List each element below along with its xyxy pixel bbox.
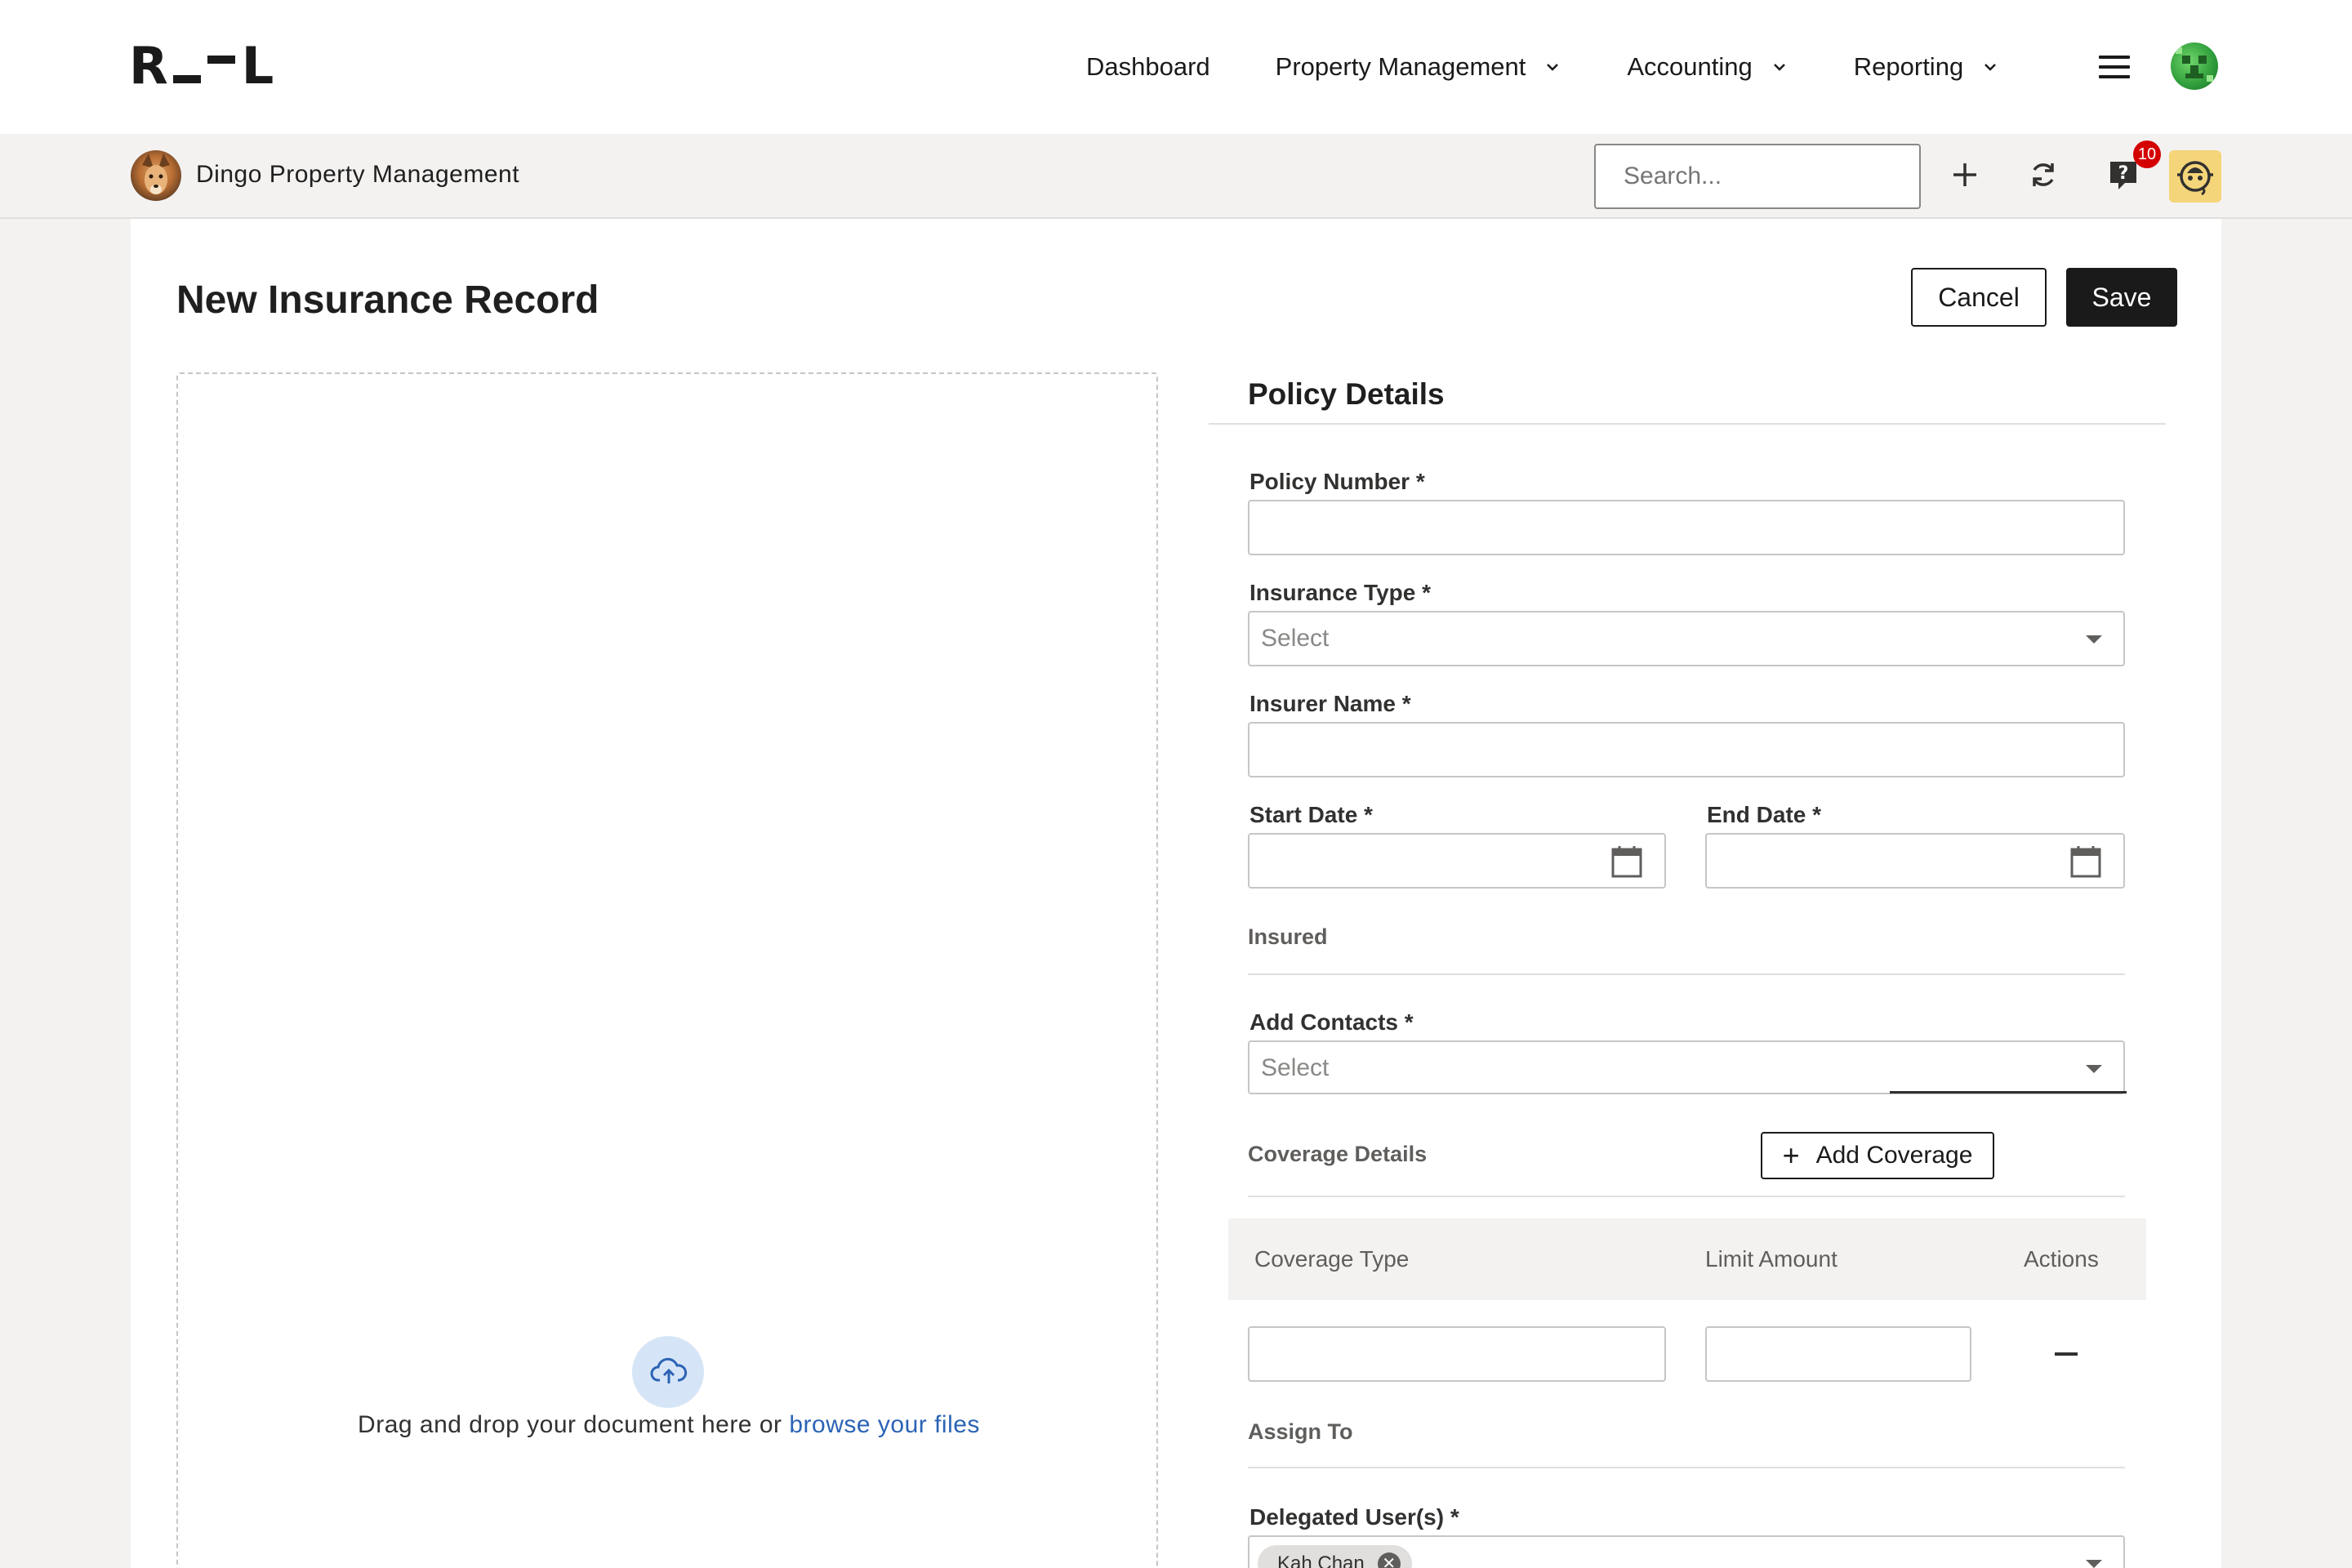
logo-letter-left: R (129, 36, 168, 96)
dingo-logo-icon (142, 154, 170, 194)
policy-number-input[interactable] (1248, 500, 2125, 555)
refresh-icon[interactable] (2027, 158, 2060, 191)
insurer-name-input[interactable] (1248, 722, 2125, 777)
main-menu: Dashboard Property Management Accounting… (1086, 42, 2065, 91)
caret-down-icon (2086, 635, 2102, 644)
document-dropzone[interactable]: Drag and drop your document here or brow… (176, 372, 1158, 1568)
end-date-label: End Date * (1707, 802, 1822, 827)
nav-accounting-label: Accounting (1627, 52, 1753, 81)
remove-row-icon[interactable] (2055, 1352, 2078, 1356)
column-coverage-type: Coverage Type (1254, 1246, 1410, 1272)
add-coverage-label: Add Coverage (1815, 1142, 1973, 1169)
caret-down-icon (2086, 1560, 2102, 1568)
upload-circle[interactable] (632, 1336, 704, 1408)
app-logo[interactable]: R L (129, 36, 274, 96)
org-name: Dingo Property Management (196, 161, 520, 188)
cloud-upload-icon (650, 1357, 688, 1383)
nav-property-management[interactable]: Property Management (1276, 52, 1562, 82)
delegated-users-label: Delegated User(s) * (1250, 1504, 1459, 1530)
main-card: New Insurance Record Cancel Save Drag an… (131, 219, 2221, 1568)
chevron-down-icon (1773, 64, 1785, 71)
divider (1248, 973, 2125, 975)
divider (1209, 423, 2166, 425)
cancel-button[interactable]: Cancel (1911, 268, 2047, 327)
start-date-label: Start Date * (1250, 802, 1373, 827)
user-chip[interactable]: Kah Chan ✕ (1258, 1545, 1412, 1568)
top-navigation: R L Dashboard Property Management Accoun… (0, 0, 2352, 134)
coverage-type-input[interactable] (1248, 1326, 1666, 1382)
org-avatar[interactable] (131, 150, 181, 201)
plus-icon[interactable] (1950, 160, 1980, 189)
logo-bar-low (172, 75, 201, 83)
column-limit-amount: Limit Amount (1705, 1246, 1838, 1272)
user-chip-label: Kah Chan (1277, 1552, 1365, 1568)
user-avatar[interactable] (2171, 42, 2218, 90)
insurer-name-label: Insurer Name * (1250, 691, 1411, 716)
insurance-type-label: Insurance Type * (1250, 580, 1432, 605)
svg-text:?: ? (2118, 163, 2129, 184)
nav-property-management-label: Property Management (1275, 52, 1526, 81)
plus-icon: + (1782, 1138, 1800, 1172)
calendar-icon[interactable] (2069, 844, 2102, 879)
search-input[interactable] (1594, 144, 1921, 209)
save-button[interactable]: Save (2066, 268, 2177, 327)
assign-to-heading: Assign To (1248, 1419, 1353, 1444)
section-title-policy-details: Policy Details (1248, 377, 1445, 411)
page-title: New Insurance Record (176, 278, 599, 322)
calendar-icon[interactable] (1610, 844, 1643, 879)
dropzone-text: Drag and drop your document here or brow… (178, 1411, 1160, 1439)
caret-down-icon (2086, 1065, 2102, 1073)
add-contacts-value: Select (1261, 1054, 1330, 1081)
assistant-icon[interactable] (2169, 150, 2221, 203)
add-contacts-label: Add Contacts * (1250, 1009, 1414, 1035)
logo-bar-high (207, 56, 235, 64)
chevron-down-icon (1547, 64, 1559, 71)
organization-bar: Dingo Property Management (0, 134, 2352, 219)
column-actions: Actions (2024, 1246, 2099, 1272)
assistant-face-icon (2177, 161, 2213, 196)
logo-letter-right: L (241, 36, 274, 96)
insured-heading: Insured (1248, 924, 1328, 949)
start-date-input[interactable] (1248, 833, 1666, 889)
avatar-pattern-icon (2176, 47, 2213, 82)
divider (1248, 1467, 2125, 1468)
nav-accounting[interactable]: Accounting (1627, 52, 1788, 82)
limit-amount-input[interactable] (1705, 1326, 1971, 1382)
coverage-details-heading: Coverage Details (1248, 1142, 1428, 1166)
browse-files-link[interactable]: browse your files (789, 1411, 980, 1438)
insurance-type-value: Select (1261, 625, 1330, 652)
nav-dashboard-label: Dashboard (1086, 52, 1210, 81)
chevron-down-icon (1984, 64, 1997, 71)
nav-reporting-label: Reporting (1853, 52, 1964, 81)
notification-badge: 10 (2133, 140, 2161, 168)
divider (1248, 1196, 2125, 1197)
nav-reporting[interactable]: Reporting (1854, 52, 1999, 82)
hamburger-icon[interactable] (2099, 56, 2130, 78)
insurance-type-select[interactable]: Select (1248, 611, 2125, 666)
add-contacts-select[interactable]: Select (1248, 1040, 2125, 1094)
select-focus-underline (1890, 1091, 2127, 1094)
nav-dashboard[interactable]: Dashboard (1086, 52, 1210, 82)
end-date-input[interactable] (1705, 833, 2125, 889)
policy-number-label: Policy Number * (1250, 469, 1425, 494)
coverage-table-header: Coverage Type Limit Amount Actions (1228, 1218, 2146, 1300)
remove-chip-icon[interactable]: ✕ (1377, 1552, 1401, 1568)
add-coverage-button[interactable]: + Add Coverage (1761, 1132, 1994, 1179)
dropzone-instruction: Drag and drop your document here or (358, 1411, 790, 1438)
